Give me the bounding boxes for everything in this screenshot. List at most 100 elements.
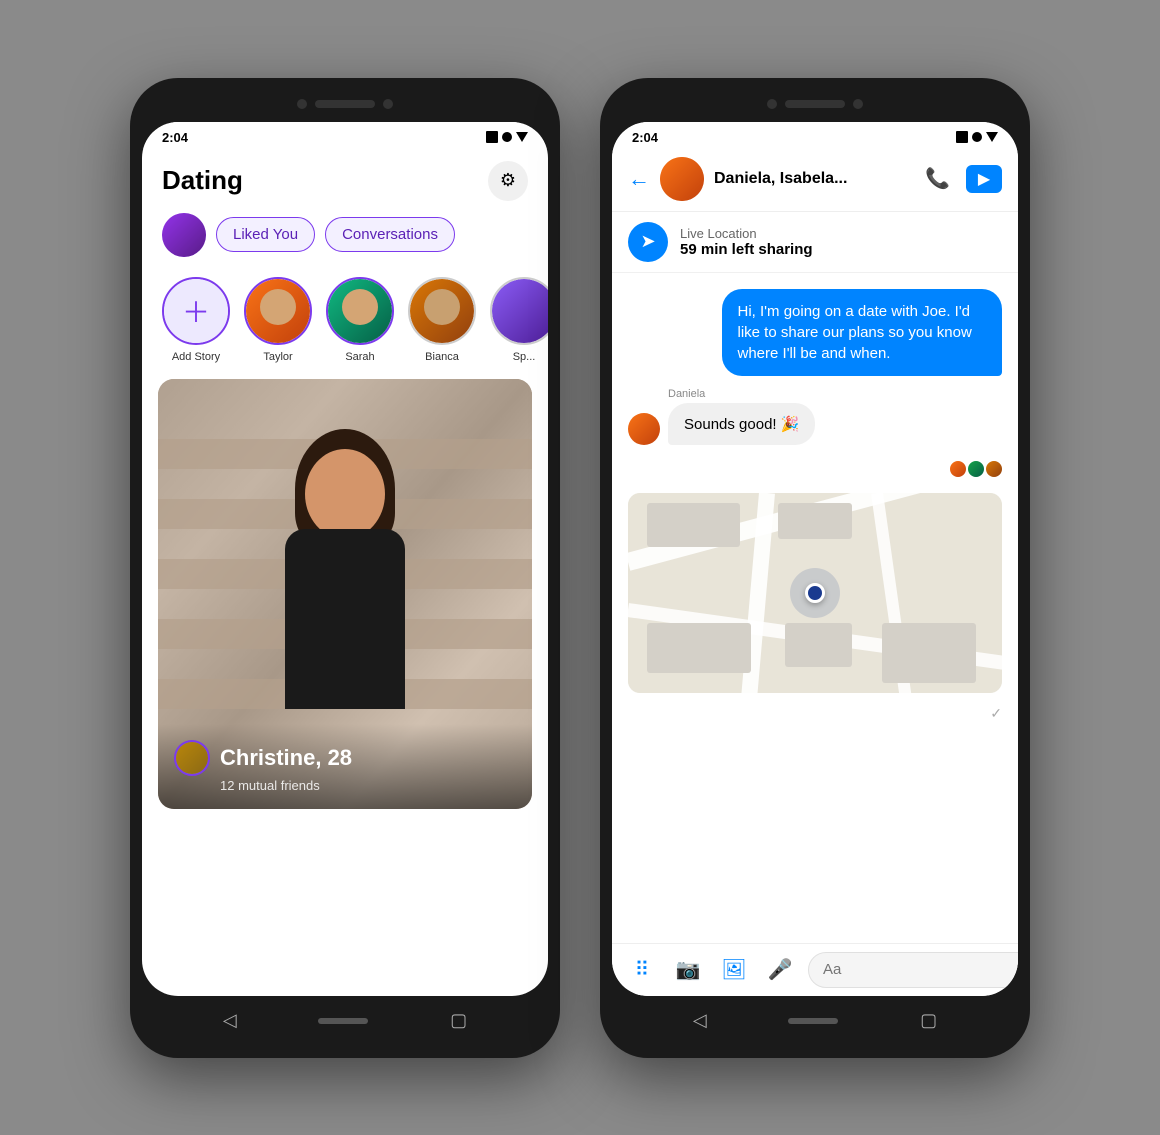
conversations-tab[interactable]: Conversations — [325, 217, 455, 252]
recents-nav-button-2[interactable]: ▢ — [920, 1010, 937, 1031]
bianca-label: Bianca — [425, 351, 459, 363]
add-story-plus: ＋ — [164, 279, 228, 343]
recents-nav-button-1[interactable]: ▢ — [450, 1010, 467, 1031]
received-bubble-1: Sounds good! 🎉 — [668, 403, 815, 445]
tabs-row: Liked You Conversations — [142, 209, 548, 269]
messenger-header: ← Daniela, Isabela... 📞 ▶ — [612, 149, 1018, 212]
contact-avatar — [660, 157, 704, 201]
liked-tab-label: Liked You — [233, 226, 298, 243]
live-location-text: Live Location 59 min left sharing — [680, 226, 813, 258]
live-location-title: Live Location — [680, 226, 813, 241]
camera-button[interactable]: 📷 — [670, 952, 706, 988]
message-input[interactable] — [808, 952, 1018, 988]
phone-2-screen: 2:04 ← Daniela, Isabela... 📞 ▶ — [612, 122, 1018, 996]
live-location-banner[interactable]: ➤ Live Location 59 min left sharing — [612, 212, 1018, 273]
sender-name-1: Daniela — [628, 388, 815, 400]
header-action-icons: 📞 ▶ — [925, 165, 1002, 193]
dating-header: Dating ⚙ — [142, 149, 548, 209]
status-bar-2: 2:04 — [612, 122, 1018, 149]
story-sp[interactable]: Sp... — [490, 277, 548, 363]
story-bianca[interactable]: Bianca — [408, 277, 476, 363]
photo-icon: 🖼 — [721, 957, 746, 982]
phone-1-screen: 2:04 Dating ⚙ Liked You Conversations — [142, 122, 548, 996]
dating-title: Dating — [162, 165, 243, 196]
taylor-ring — [244, 277, 312, 345]
time-2: 2:04 — [632, 130, 658, 145]
sp-ring — [490, 277, 548, 345]
read-receipt-1 — [950, 461, 966, 477]
map-container[interactable] — [628, 493, 1002, 693]
settings-button[interactable]: ⚙ — [488, 161, 528, 201]
video-call-button[interactable]: ▶ — [966, 165, 1002, 193]
call-button[interactable]: 📞 — [925, 166, 950, 191]
signal-icon-2 — [972, 132, 982, 142]
sent-bubble-1: Hi, I'm going on a date with Joe. I'd li… — [722, 289, 1003, 376]
time-1: 2:04 — [162, 130, 188, 145]
live-location-subtitle: 59 min left sharing — [680, 241, 813, 258]
volume-icon-1 — [516, 132, 528, 142]
video-icon-symbol: ▶ — [978, 169, 990, 189]
location-icon: ➤ — [628, 222, 668, 262]
camera-icon: 📷 — [676, 957, 701, 982]
phone-1: 2:04 Dating ⚙ Liked You Conversations — [130, 78, 560, 1058]
phone-1-top-bar — [142, 90, 548, 118]
delivery-check: ✓ — [628, 705, 1002, 722]
sarah-ring — [326, 277, 394, 345]
location-arrow-icon: ➤ — [640, 231, 655, 252]
read-receipt-3 — [986, 461, 1002, 477]
back-nav-button-2[interactable]: ◁ — [693, 1010, 707, 1031]
home-nav-button-1[interactable] — [318, 1018, 368, 1024]
gear-icon: ⚙ — [500, 170, 516, 191]
profile-info: Christine, 28 12 mutual friends — [158, 724, 532, 809]
status-icons-1 — [486, 131, 528, 143]
phone-1-nav-bar: ◁ ▢ — [142, 996, 548, 1046]
received-message-1: Daniela Sounds good! 🎉 — [628, 388, 815, 445]
status-icons-2 — [956, 131, 998, 143]
sender-avatar-1 — [628, 413, 660, 445]
mic-icon: 🎤 — [768, 957, 793, 982]
sent-message-1: Hi, I'm going on a date with Joe. I'd li… — [722, 289, 1003, 376]
battery-icon-1 — [486, 131, 498, 143]
add-story-label: Add Story — [172, 351, 220, 363]
profile-mutual-friends: 12 mutual friends — [174, 778, 516, 793]
sarah-label: Sarah — [345, 351, 374, 363]
input-bar: ⠿ 📷 🖼 🎤 😊 👍 — [612, 943, 1018, 996]
speaker-2 — [785, 100, 845, 108]
conversations-tab-label: Conversations — [342, 226, 438, 243]
apps-icon: ⠿ — [635, 957, 650, 982]
signal-icon-1 — [502, 132, 512, 142]
status-bar-1: 2:04 — [142, 122, 548, 149]
check-icon: ✓ — [990, 705, 1002, 722]
back-button[interactable]: ← — [628, 166, 650, 192]
contact-name: Daniela, Isabela... — [714, 170, 915, 188]
mic-button[interactable]: 🎤 — [762, 952, 798, 988]
front-camera-2 — [767, 99, 777, 109]
volume-icon-2 — [986, 132, 998, 142]
story-taylor[interactable]: Taylor — [244, 277, 312, 363]
read-receipt-2 — [968, 461, 984, 477]
profile-mini-avatar — [174, 740, 210, 776]
battery-icon-2 — [956, 131, 968, 143]
received-bubble-wrap-1: Sounds good! 🎉 — [628, 403, 815, 445]
story-add[interactable]: ＋ Add Story — [162, 277, 230, 363]
bianca-ring — [408, 277, 476, 345]
sent-text-1: Hi, I'm going on a date with Joe. I'd li… — [738, 303, 972, 362]
home-nav-button-2[interactable] — [788, 1018, 838, 1024]
taylor-label: Taylor — [263, 351, 292, 363]
front-camera-1b — [383, 99, 393, 109]
profile-name: Christine, 28 — [220, 745, 352, 771]
back-nav-button-1[interactable]: ◁ — [223, 1010, 237, 1031]
front-camera-2b — [853, 99, 863, 109]
phone-2-top-bar — [612, 90, 1018, 118]
apps-button[interactable]: ⠿ — [624, 952, 660, 988]
liked-you-tab[interactable]: Liked You — [216, 217, 315, 252]
speaker-1 — [315, 100, 375, 108]
add-story-ring: ＋ — [162, 277, 230, 345]
story-sarah[interactable]: Sarah — [326, 277, 394, 363]
front-camera-1 — [297, 99, 307, 109]
profile-name-row: Christine, 28 — [174, 740, 516, 776]
user-avatar-tab — [162, 213, 206, 257]
profile-card[interactable]: Christine, 28 12 mutual friends — [158, 379, 532, 809]
photo-button[interactable]: 🖼 — [716, 952, 752, 988]
sp-label: Sp... — [513, 351, 536, 363]
